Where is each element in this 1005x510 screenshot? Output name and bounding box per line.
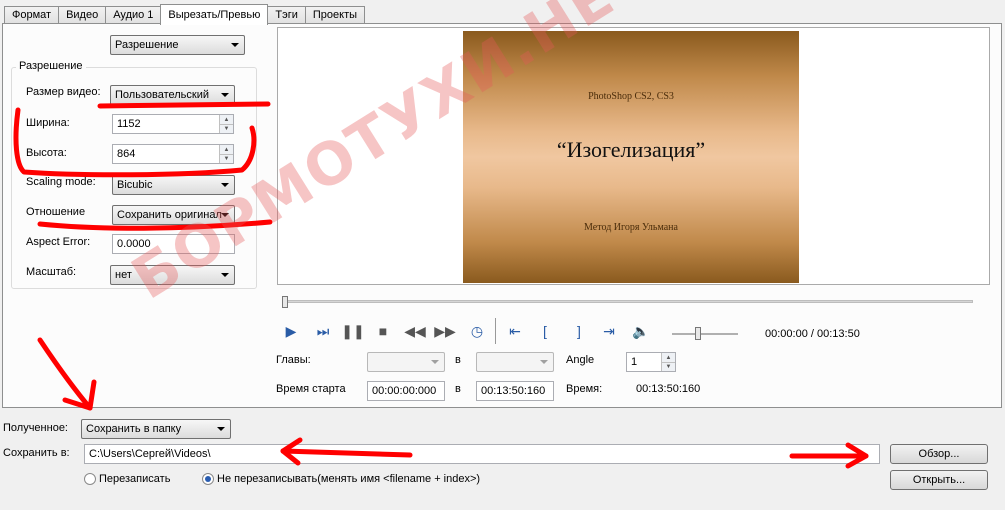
settings-category-value: Разрешение xyxy=(115,39,179,51)
chevron-down-icon xyxy=(540,360,548,364)
chevron-down-icon xyxy=(231,43,239,47)
tab-tags[interactable]: Тэги xyxy=(267,6,306,24)
duration-value: 00:13:50:160 xyxy=(636,383,701,395)
tabs-row: Формат Видео Аудио 1 Вырезать/Превью Тэг… xyxy=(4,4,366,25)
video-size-combo[interactable]: Пользовательский xyxy=(110,85,235,105)
ratio-label: Отношение xyxy=(26,206,86,218)
settings-category-combo[interactable]: Разрешение xyxy=(110,35,245,55)
resolution-group-title: Разрешение xyxy=(16,60,86,72)
aspect-error-label: Aspect Error: xyxy=(26,236,91,248)
start-to-label: в xyxy=(455,383,461,395)
preview-subtitle-top: PhotoShop CS2, CS3 xyxy=(588,91,674,102)
width-input[interactable]: 1152 ▲ ▼ xyxy=(112,114,234,134)
scaling-mode-combo[interactable]: Bicubic xyxy=(112,175,235,195)
width-label: Ширина: xyxy=(26,117,70,129)
play-icon[interactable]: ▶ xyxy=(282,322,300,340)
height-input[interactable]: 864 ▲ ▼ xyxy=(112,144,234,164)
overwrite-label: Перезаписать xyxy=(99,473,171,485)
angle-value: 1 xyxy=(631,356,638,368)
scale-label: Масштаб: xyxy=(26,266,77,278)
chevron-down-icon xyxy=(431,360,439,364)
output-label: Полученное: xyxy=(3,422,68,434)
chapter-start-combo[interactable] xyxy=(367,352,445,372)
width-value: 1152 xyxy=(117,118,141,130)
height-label: Высота: xyxy=(26,147,67,159)
duration-label: Время: xyxy=(566,383,603,395)
angle-spinner[interactable]: ▲ ▼ xyxy=(661,353,675,371)
end-time-value: 00:13:50:160 xyxy=(481,385,546,397)
time-display: 00:00:00 / 00:13:50 xyxy=(765,328,860,340)
volume-icon[interactable]: 🔈 xyxy=(632,322,650,340)
spin-down-icon[interactable]: ▼ xyxy=(662,362,675,371)
set-end-icon[interactable]: ⇥ xyxy=(600,322,618,340)
overwrite-radio[interactable] xyxy=(84,473,96,485)
save-to-label: Сохранить в: xyxy=(3,447,70,459)
fast-forward-icon[interactable]: ▶▶ xyxy=(434,322,456,340)
video-size-value: Пользовательский xyxy=(115,89,209,101)
angle-input[interactable]: 1 ▲ ▼ xyxy=(626,352,676,372)
mark-in-icon[interactable]: [ xyxy=(536,322,554,340)
width-spinner[interactable]: ▲ ▼ xyxy=(219,115,233,133)
volume-thumb[interactable] xyxy=(695,327,701,340)
chevron-down-icon xyxy=(221,93,229,97)
chevron-down-icon xyxy=(221,273,229,277)
preview-subtitle-bottom: Метод Игоря Ульмана xyxy=(584,222,678,233)
stop-icon[interactable]: ■ xyxy=(374,322,392,340)
next-frame-icon[interactable]: ⏭ xyxy=(314,322,332,340)
tab-video[interactable]: Видео xyxy=(58,6,107,24)
rewind-icon[interactable]: ◀◀ xyxy=(404,322,426,340)
spin-down-icon[interactable]: ▼ xyxy=(220,124,233,133)
output-value: Сохранить в папку xyxy=(86,423,182,435)
tab-audio-1[interactable]: Аудио 1 xyxy=(105,6,162,24)
save-path-input[interactable]: C:\Users\Сергей\Videos\ xyxy=(84,444,880,464)
spin-down-icon[interactable]: ▼ xyxy=(220,154,233,163)
chevron-down-icon xyxy=(217,427,225,431)
browse-button[interactable]: Обзор... xyxy=(890,444,988,464)
scaling-mode-value: Bicubic xyxy=(117,179,153,191)
scaling-mode-label: Scaling mode: xyxy=(26,176,96,188)
height-value: 864 xyxy=(117,148,136,160)
chapters-label: Главы: xyxy=(276,354,311,366)
mark-out-icon[interactable]: ] xyxy=(570,322,588,340)
seek-track[interactable] xyxy=(283,300,973,303)
open-button[interactable]: Открыть... xyxy=(890,470,988,490)
start-time-label: Время старта xyxy=(276,383,346,395)
volume-track[interactable] xyxy=(672,333,738,335)
angle-label: Angle xyxy=(566,354,595,366)
video-size-label: Размер видео: xyxy=(26,86,101,98)
start-time-value: 00:00:00:000 xyxy=(372,385,437,397)
height-spinner[interactable]: ▲ ▼ xyxy=(219,145,233,163)
seek-thumb[interactable] xyxy=(282,296,288,308)
start-time-input[interactable]: 00:00:00:000 xyxy=(367,381,445,401)
set-start-icon[interactable]: ⇤ xyxy=(506,322,524,340)
clock-icon[interactable]: ◷ xyxy=(468,322,486,340)
preview-title: “Изогелизация” xyxy=(556,137,706,162)
controls-divider xyxy=(495,318,496,344)
tab-projects[interactable]: Проекты xyxy=(304,6,366,24)
save-path-value: C:\Users\Сергей\Videos\ xyxy=(89,448,211,460)
pause-icon[interactable]: ❚❚ xyxy=(341,322,364,340)
no-overwrite-label: Не перезаписывать(менять имя <filename +… xyxy=(217,473,481,485)
chapter-end-combo[interactable] xyxy=(476,352,554,372)
chapters-to-label: в xyxy=(455,354,461,366)
output-combo[interactable]: Сохранить в папку xyxy=(81,419,231,439)
no-overwrite-radio[interactable] xyxy=(202,473,214,485)
tab-cut-preview[interactable]: Вырезать/Превью xyxy=(160,4,269,25)
tab-format[interactable]: Формат xyxy=(4,6,60,24)
end-time-input[interactable]: 00:13:50:160 xyxy=(476,381,554,401)
